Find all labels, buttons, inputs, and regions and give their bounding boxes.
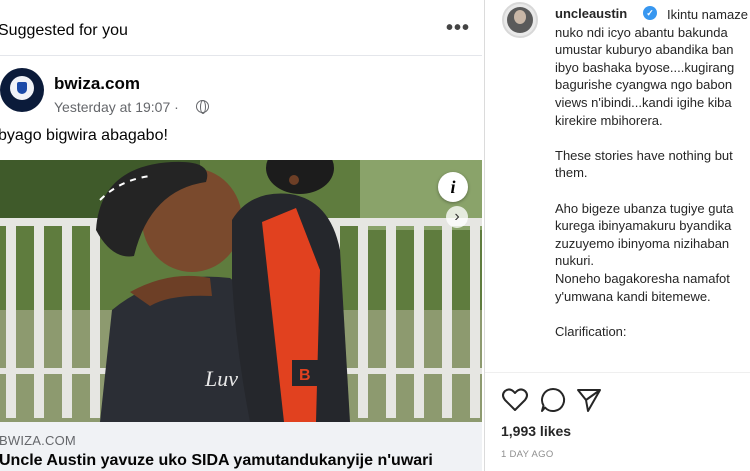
caption-line bbox=[555, 129, 750, 147]
page-avatar[interactable] bbox=[0, 68, 44, 112]
caption-line: nukuri. bbox=[555, 253, 595, 269]
facebook-post-card: Suggested for you ••• bwiza.com Yesterda… bbox=[0, 0, 482, 471]
caption-line: Aho bigeze ubanza tugiye guta bbox=[555, 200, 734, 216]
heart-icon[interactable] bbox=[501, 386, 529, 414]
caption-line: kurega ibinyamakuru byandika bbox=[555, 218, 732, 234]
post-photo[interactable]: Luv B bbox=[0, 160, 482, 422]
caption-line: Noneho bagakoresha namafot bbox=[555, 270, 730, 286]
link-domain: BWIZA.COM bbox=[0, 433, 76, 448]
avatar-face bbox=[514, 10, 526, 24]
caption-line: Clarification: bbox=[555, 323, 627, 339]
suggested-header: Suggested for you ••• bbox=[0, 0, 482, 56]
user-avatar[interactable] bbox=[502, 2, 538, 38]
caption-line: nuko ndi icyo abantu bakunda bbox=[555, 24, 728, 40]
share-icon[interactable] bbox=[575, 386, 603, 414]
globe-icon bbox=[196, 100, 209, 114]
post-timestamp[interactable]: Yesterday at 19:07 · bbox=[54, 99, 179, 115]
caption-line: zuzuyemo ibinyoma nizihaban bbox=[555, 235, 730, 251]
caption-line bbox=[555, 305, 750, 323]
caption-line bbox=[555, 182, 750, 200]
caption-line: views n'ibindi...kandi igihe kiba bbox=[555, 94, 732, 110]
caption-line: y'umwana kandi bitemewe. bbox=[555, 288, 711, 304]
divider bbox=[485, 372, 750, 373]
svg-text:Luv: Luv bbox=[204, 366, 238, 391]
caption-line: These stories have nothing but bbox=[555, 147, 733, 163]
suggested-label: Suggested for you bbox=[0, 22, 128, 39]
caption-line: kirekire mbihorera. bbox=[555, 112, 663, 128]
likes-count[interactable]: 1,993 likes bbox=[501, 423, 571, 439]
caption-line: bagurishe cyangwa ngo babon bbox=[555, 77, 733, 93]
post-date: 1 DAY AGO bbox=[501, 449, 554, 460]
caption-line: umustar kuburyo abandika ban bbox=[555, 42, 734, 58]
next-photo-icon[interactable]: › bbox=[446, 206, 468, 228]
instagram-post-panel: uncleaustin ✓ Ikintu namaze k nuko ndi ic… bbox=[484, 0, 750, 471]
post-caption: byago bigwira abagabo! bbox=[0, 127, 168, 144]
photo-illustration: Luv B bbox=[0, 160, 482, 422]
logo-mark bbox=[17, 82, 27, 94]
svg-text:B: B bbox=[299, 367, 311, 384]
caption-line: them. bbox=[555, 165, 588, 181]
page-name-link[interactable]: bwiza.com bbox=[54, 74, 140, 94]
caption-line: Ikintu namaze k bbox=[667, 7, 750, 22]
link-headline[interactable]: Uncle Austin yavuze uko SIDA yamutanduka… bbox=[0, 452, 433, 470]
comment-icon[interactable] bbox=[539, 386, 567, 414]
info-icon[interactable]: i bbox=[438, 172, 468, 202]
post-caption-text: Ikintu namaze k nuko ndi icyo abantu baku… bbox=[555, 6, 750, 340]
caption-line: ibyo bashaka byose....kugirang bbox=[555, 59, 735, 75]
more-options-icon[interactable]: ••• bbox=[446, 18, 470, 38]
